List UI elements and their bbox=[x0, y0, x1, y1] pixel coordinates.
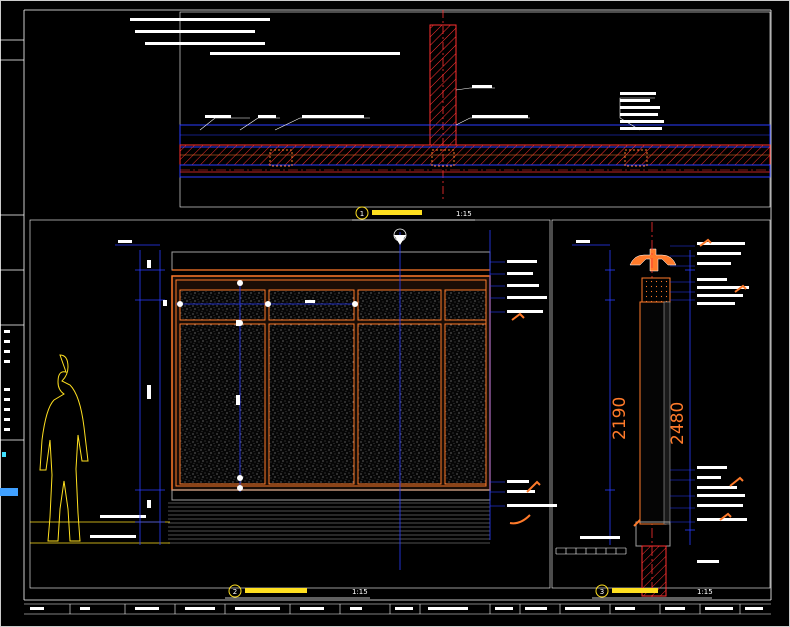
drawing-sheet: 1 1:15 2 1:15 2190 2480 3 1:15 bbox=[0, 0, 790, 627]
company-logo-mark bbox=[0, 488, 18, 496]
side-strip-mark-cyan bbox=[2, 452, 6, 457]
human-scale-figure bbox=[39, 354, 89, 542]
view1-title-text-mark bbox=[372, 210, 422, 215]
view1-section: 1 1:15 bbox=[130, 10, 771, 221]
view2-scale: 1:15 bbox=[352, 588, 368, 596]
view3-section: 2190 2480 3 1:15 bbox=[555, 222, 749, 600]
view3-title-text-mark bbox=[612, 588, 658, 593]
view1-scale: 1:15 bbox=[456, 210, 472, 218]
view1-notes bbox=[130, 18, 400, 55]
view3-number: 3 bbox=[600, 588, 604, 596]
title-block-text-marks bbox=[30, 607, 763, 610]
view1-number: 1 bbox=[360, 210, 364, 218]
view2-elevation: 2 1:15 bbox=[30, 228, 557, 599]
dimension-2480: 2480 bbox=[668, 402, 688, 445]
dimension-2190: 2190 bbox=[610, 397, 630, 440]
cad-drawing-canvas: 1 1:15 2 1:15 2190 2480 3 1:15 bbox=[0, 0, 790, 627]
side-strip-marks bbox=[4, 330, 10, 431]
view3-scale: 1:15 bbox=[697, 588, 713, 596]
view2-number: 2 bbox=[233, 588, 237, 596]
view2-title-text-mark bbox=[245, 588, 307, 593]
